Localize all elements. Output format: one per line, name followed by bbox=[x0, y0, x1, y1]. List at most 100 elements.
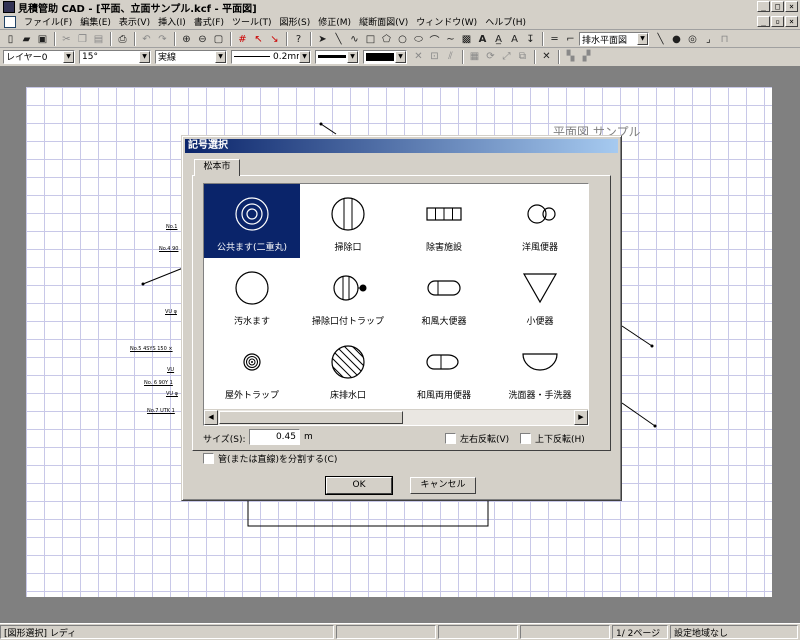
size-input[interactable]: 0.45 bbox=[249, 429, 300, 445]
help-icon[interactable]: ? bbox=[291, 32, 306, 47]
snap-line-icon[interactable]: ↘ bbox=[267, 32, 282, 47]
symbol-circle-icon[interactable]: ◎ bbox=[685, 32, 700, 47]
line-color-combo[interactable]: ▼ bbox=[315, 49, 359, 64]
group-icon[interactable]: ▦ bbox=[467, 49, 482, 64]
cut-icon[interactable]: ✂ bbox=[59, 32, 74, 47]
copy-shape-icon[interactable]: ⧉ bbox=[515, 49, 530, 64]
chevron-down-icon[interactable]: ▼ bbox=[347, 50, 358, 63]
linetype-combo[interactable]: 実線 ▼ bbox=[155, 49, 227, 64]
menu-file[interactable]: ファイル(F) bbox=[20, 15, 76, 28]
polyline-tool-icon[interactable]: ∿ bbox=[347, 32, 362, 47]
menu-insert[interactable]: 挿入(I) bbox=[154, 15, 190, 28]
checkbox-box[interactable] bbox=[520, 433, 531, 444]
menu-help[interactable]: ヘルプ(H) bbox=[481, 15, 530, 28]
symbol-item[interactable]: 小便器 bbox=[492, 258, 588, 332]
symbol-item[interactable]: 和風両用便器 bbox=[396, 332, 492, 406]
view-type-combo[interactable]: 排水平面図 ▼ bbox=[579, 32, 649, 46]
chevron-down-icon[interactable]: ▼ bbox=[215, 50, 226, 63]
mdi-restore-button[interactable]: ▫ bbox=[771, 16, 784, 27]
symbol-item[interactable]: 床排水口 bbox=[300, 332, 396, 406]
menu-window[interactable]: ウィンドウ(W) bbox=[412, 15, 481, 28]
elbow-icon[interactable]: ⌟ bbox=[701, 32, 716, 47]
symbol-item[interactable]: 洋風便器 bbox=[492, 184, 588, 258]
symbol-item[interactable]: 汚水ます bbox=[204, 258, 300, 332]
new-file-icon[interactable]: ▯ bbox=[3, 32, 18, 47]
scroll-right-icon[interactable]: ▶ bbox=[574, 410, 588, 425]
scale-icon[interactable]: ⤢ bbox=[499, 49, 514, 64]
snap-point-icon[interactable]: ↖ bbox=[251, 32, 266, 47]
checkbox-box[interactable] bbox=[445, 433, 456, 444]
text-style-icon[interactable]: A̲ bbox=[491, 32, 506, 47]
menu-tools[interactable]: ツール(T) bbox=[228, 15, 276, 28]
print-icon[interactable]: ⎙ bbox=[115, 32, 130, 47]
symbol-item[interactable]: 掃除口 bbox=[300, 184, 396, 258]
rectangle-tool-icon[interactable]: □ bbox=[363, 32, 378, 47]
rotate-icon[interactable]: ⟳ bbox=[483, 49, 498, 64]
menu-section[interactable]: 縦断面図(V) bbox=[355, 15, 412, 28]
menu-shapes[interactable]: 図形(S) bbox=[276, 15, 315, 28]
line-tool-icon[interactable]: ╲ bbox=[331, 32, 346, 47]
menu-format[interactable]: 書式(F) bbox=[190, 15, 228, 28]
redo-icon[interactable]: ↷ bbox=[155, 32, 170, 47]
symbol-list[interactable]: 公共ます(二重丸) 掃除口 除害施設 洋風便器 汚水ます 掃除口付トラップ 和風… bbox=[203, 183, 589, 426]
chevron-down-icon[interactable]: ▼ bbox=[299, 50, 310, 63]
double-line-icon[interactable]: ═ bbox=[547, 32, 562, 47]
symbol-item[interactable]: 掃除口付トラップ bbox=[300, 258, 396, 332]
open-folder-icon[interactable]: ▰ bbox=[19, 32, 34, 47]
scroll-thumb[interactable] bbox=[219, 411, 403, 424]
valve-icon[interactable]: ● bbox=[669, 32, 684, 47]
dimmed-tool-icon[interactable]: ⊓ bbox=[717, 32, 732, 47]
zoom-in-icon[interactable]: ⊕ bbox=[179, 32, 194, 47]
zoom-out-icon[interactable]: ⊖ bbox=[195, 32, 210, 47]
cross-icon[interactable]: ✕ bbox=[539, 49, 554, 64]
copy-icon[interactable]: ❐ bbox=[75, 32, 90, 47]
bring-front-icon[interactable]: ▚ bbox=[563, 49, 578, 64]
symbol-item[interactable]: 屋外トラップ bbox=[204, 332, 300, 406]
chevron-down-icon[interactable]: ▼ bbox=[395, 50, 406, 63]
chevron-down-icon[interactable]: ▼ bbox=[637, 33, 648, 45]
angle-combo[interactable]: 15° ▼ bbox=[79, 49, 151, 64]
checkbox-box[interactable] bbox=[203, 453, 214, 464]
menu-view[interactable]: 表示(V) bbox=[115, 15, 154, 28]
zoom-fit-icon[interactable]: ▢ bbox=[211, 32, 226, 47]
image-tool-icon[interactable]: ▩ bbox=[459, 32, 474, 47]
send-back-icon[interactable]: ▞ bbox=[579, 49, 594, 64]
symbol-item[interactable]: 公共ます(二重丸) bbox=[204, 184, 300, 258]
paste-icon[interactable]: ▤ bbox=[91, 32, 106, 47]
mdi-minimize-button[interactable]: _ bbox=[757, 16, 770, 27]
undo-icon[interactable]: ↶ bbox=[139, 32, 154, 47]
symbol-item[interactable]: 除害施設 bbox=[396, 184, 492, 258]
mirror-icon[interactable]: ⫽ bbox=[443, 49, 458, 64]
flip-horizontal-checkbox[interactable]: 左右反転(V) bbox=[445, 432, 509, 445]
symbol-item[interactable]: 和風大便器 bbox=[396, 258, 492, 332]
menu-edit[interactable]: 編集(E) bbox=[76, 15, 115, 28]
arc-tool-icon[interactable]: ⌒ bbox=[427, 32, 442, 47]
split-pipe-checkbox[interactable]: 管(または直線)を分割する(C) bbox=[203, 452, 337, 465]
scroll-left-icon[interactable]: ◀ bbox=[204, 410, 218, 425]
lock-icon[interactable]: ⊡ bbox=[427, 49, 442, 64]
pipe-curve-icon[interactable]: ⌐ bbox=[563, 32, 578, 47]
curve-tool-icon[interactable]: ∼ bbox=[443, 32, 458, 47]
text-edit-icon[interactable]: A bbox=[507, 32, 522, 47]
dimension-icon[interactable]: ↧ bbox=[523, 32, 538, 47]
chevron-down-icon[interactable]: ▼ bbox=[63, 50, 74, 63]
grid-snap-icon[interactable]: # bbox=[235, 32, 250, 47]
mdi-close-button[interactable]: × bbox=[785, 16, 798, 27]
ok-button[interactable]: OK bbox=[325, 476, 393, 495]
chevron-down-icon[interactable]: ▼ bbox=[139, 50, 150, 63]
select-arrow-icon[interactable]: ➤ bbox=[315, 32, 330, 47]
linewidth-combo[interactable]: 0.2mm ▼ bbox=[231, 49, 311, 64]
text-tool-icon[interactable]: A bbox=[475, 32, 490, 47]
circle-tool-icon[interactable]: ○ bbox=[395, 32, 410, 47]
cancel-button[interactable]: キャンセル bbox=[410, 477, 476, 494]
polygon-tool-icon[interactable]: ⬠ bbox=[379, 32, 394, 47]
horizontal-scrollbar[interactable]: ◀ ▶ bbox=[204, 409, 588, 425]
tab-matsumoto[interactable]: 松本市 bbox=[194, 159, 240, 176]
delete-icon[interactable]: ✕ bbox=[411, 49, 426, 64]
flip-vertical-checkbox[interactable]: 上下反転(H) bbox=[520, 432, 585, 445]
fill-color-combo[interactable]: ▼ bbox=[363, 49, 407, 64]
layer-combo[interactable]: レイヤー0 ▼ bbox=[3, 49, 75, 64]
pipe-tool-icon[interactable]: ╲ bbox=[653, 32, 668, 47]
ellipse-tool-icon[interactable]: ⬭ bbox=[411, 32, 426, 47]
close-button[interactable]: × bbox=[785, 1, 798, 12]
